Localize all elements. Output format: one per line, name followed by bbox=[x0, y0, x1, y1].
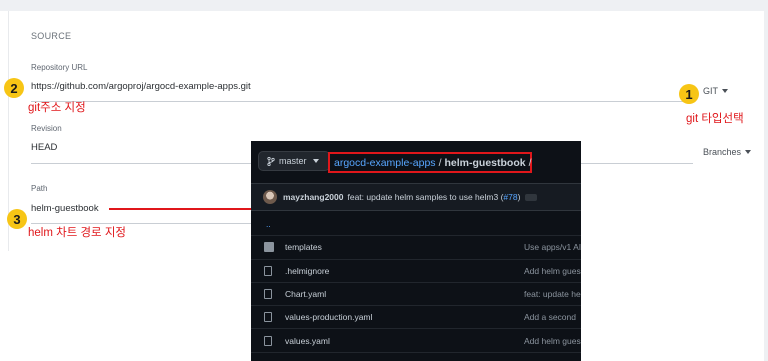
branch-selector[interactable]: master bbox=[258, 151, 330, 171]
list-item[interactable]: .helmignore Add helm gues bbox=[251, 260, 581, 283]
annotation-badge-2: 2 bbox=[4, 78, 24, 98]
expand-ellipsis-button[interactable] bbox=[525, 193, 538, 201]
file-name[interactable]: Chart.yaml bbox=[285, 289, 326, 299]
repo-type-value: GIT bbox=[703, 86, 718, 96]
parent-dir-link[interactable]: .. bbox=[266, 219, 271, 229]
github-repo-screenshot: master argocd-example-apps / helm-guestb… bbox=[251, 141, 581, 361]
file-commit-message[interactable]: feat: update he bbox=[524, 289, 581, 299]
folder-icon bbox=[264, 242, 274, 253]
annotation-badge-3: 3 bbox=[7, 209, 27, 229]
file-list: .. templates Use apps/v1 AI .helmignore … bbox=[251, 213, 581, 353]
repo-type-dropdown[interactable]: GIT bbox=[703, 86, 728, 96]
path-label: Path bbox=[31, 184, 48, 193]
latest-commit-bar: mayzhang2000 feat: update helm samples t… bbox=[251, 183, 581, 211]
breadcrumb: argocd-example-apps / helm-guestbook / bbox=[328, 152, 532, 173]
annotation-text-3: helm 차트 경로 지정 bbox=[28, 227, 126, 239]
commit-message[interactable]: feat: update helm samples to use helm3 ( bbox=[347, 192, 503, 202]
breadcrumb-tail: / bbox=[528, 156, 532, 169]
list-item[interactable]: Chart.yaml feat: update he bbox=[251, 283, 581, 307]
right-edge bbox=[764, 0, 768, 361]
revision-label: Revision bbox=[31, 124, 62, 133]
file-name[interactable]: .helmignore bbox=[285, 266, 329, 276]
commit-message-close: ) bbox=[517, 192, 521, 202]
breadcrumb-current-dir: helm-guestbook bbox=[444, 156, 526, 169]
file-icon bbox=[264, 312, 272, 323]
top-bar bbox=[0, 0, 768, 11]
file-name[interactable]: values.yaml bbox=[285, 336, 330, 346]
annotation-badge-1: 1 bbox=[679, 84, 699, 104]
file-commit-message[interactable]: Add helm gues bbox=[524, 336, 581, 346]
repo-url-input[interactable]: https://github.com/argoproj/argocd-examp… bbox=[31, 81, 251, 92]
path-input[interactable]: helm-guestbook bbox=[31, 203, 99, 214]
revision-type-dropdown[interactable]: Branches bbox=[703, 147, 752, 157]
file-commit-message[interactable]: Add a second bbox=[524, 312, 576, 322]
chevron-down-icon bbox=[312, 159, 319, 163]
avatar[interactable] bbox=[263, 190, 277, 204]
chevron-down-icon bbox=[745, 150, 752, 154]
list-item-parent[interactable]: .. bbox=[251, 213, 581, 237]
revision-underline-right bbox=[581, 163, 693, 164]
chevron-down-icon bbox=[722, 89, 728, 93]
breadcrumb-separator: / bbox=[438, 156, 442, 169]
section-title: SOURCE bbox=[31, 31, 72, 41]
list-item[interactable]: values-production.yaml Add a second bbox=[251, 306, 581, 330]
file-commit-message[interactable]: Use apps/v1 AI bbox=[524, 242, 581, 252]
branch-name: master bbox=[279, 156, 307, 166]
file-icon bbox=[264, 335, 272, 346]
repo-url-label: Repository URL bbox=[31, 63, 88, 72]
commit-author[interactable]: mayzhang2000 bbox=[283, 192, 343, 202]
file-name[interactable]: templates bbox=[285, 242, 322, 252]
file-name[interactable]: values-production.yaml bbox=[285, 312, 372, 322]
revision-type-value: Branches bbox=[703, 147, 742, 157]
repo-url-underline bbox=[31, 101, 693, 102]
revision-input[interactable]: HEAD bbox=[31, 142, 57, 153]
file-icon bbox=[264, 265, 272, 276]
annotation-text-2: git주소 지정 bbox=[28, 102, 86, 114]
file-icon bbox=[264, 289, 272, 300]
list-item[interactable]: values.yaml Add helm gues bbox=[251, 329, 581, 353]
commit-pr-link[interactable]: #78 bbox=[503, 192, 517, 202]
list-item[interactable]: templates Use apps/v1 AI bbox=[251, 236, 581, 260]
file-commit-message[interactable]: Add helm gues bbox=[524, 266, 581, 276]
revision-underline bbox=[31, 163, 251, 164]
breadcrumb-repo-link[interactable]: argocd-example-apps bbox=[334, 157, 436, 169]
branch-icon bbox=[267, 156, 275, 166]
annotation-text-1: git 타입선택 bbox=[686, 113, 744, 125]
